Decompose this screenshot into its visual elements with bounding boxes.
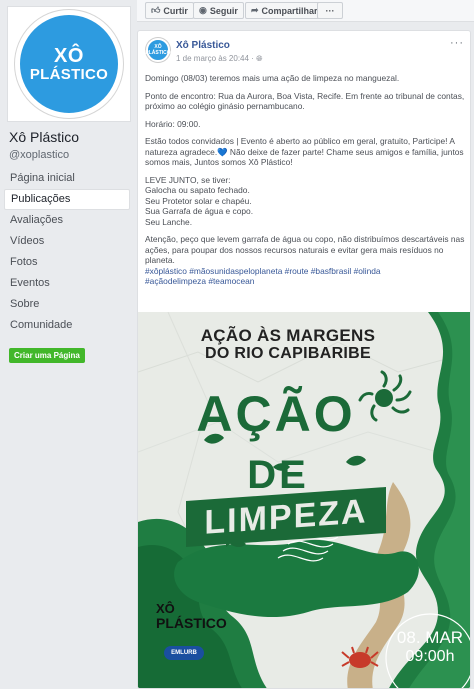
- globe-icon: 🌐︎: [256, 54, 263, 63]
- poster-date-day: 08. MAR: [396, 628, 464, 647]
- nav-item-eventos[interactable]: Eventos: [4, 273, 130, 294]
- logo-line-1: XÔ: [54, 44, 84, 67]
- list-item: Seu Protetor solar e chapéu.: [145, 195, 252, 206]
- nav-item-publicacoes[interactable]: Publicações: [4, 189, 130, 210]
- poster-date: 08. MAR 09:00h: [392, 628, 468, 666]
- nav-item-fotos[interactable]: Fotos: [4, 252, 130, 273]
- poster-date-time: 09:00h: [405, 648, 455, 665]
- post-image-poster[interactable]: AÇÃO ÀS MARGENS DO RIO CAPIBARIBE AÇÃO D…: [138, 312, 470, 688]
- poster-headline-line-1: AÇÃO ÀS MARGENS: [200, 326, 376, 345]
- post-author-name[interactable]: Xô Plástico: [176, 40, 230, 51]
- nav-item-pagina-inicial[interactable]: Página inicial: [4, 168, 130, 189]
- nav-item-sobre[interactable]: Sobre: [4, 294, 130, 315]
- rss-icon: ◉: [199, 5, 207, 15]
- profile-picture[interactable]: XÔ PLÁSTICO: [15, 10, 123, 118]
- nav-item-comunidade[interactable]: Comunidade: [4, 315, 130, 336]
- post-timestamp[interactable]: 1 de março às 20:44 · 🌐︎: [176, 54, 262, 64]
- thumbs-up-icon: 👍︎: [151, 5, 161, 15]
- page-handle[interactable]: @xoplastico: [9, 149, 69, 161]
- list-item: Sua Garrafa de água e copo.: [145, 206, 254, 216]
- post-options-icon[interactable]: ···: [450, 37, 464, 49]
- poster-headline: AÇÃO ÀS MARGENS DO RIO CAPIBARIBE: [138, 326, 438, 363]
- nav-item-avaliacoes[interactable]: Avaliações: [4, 210, 130, 231]
- follow-label: Seguir: [209, 5, 238, 16]
- post-paragraph: Horário: 09:00.: [145, 118, 201, 129]
- post-paragraph: Domingo (08/03) teremos mais uma ação de…: [145, 73, 400, 83]
- post-paragraph: Atenção, peço que levem garrafa de água …: [145, 234, 467, 287]
- poster-brand-line-2: PLÁSTICO: [156, 615, 227, 631]
- profile-picture-frame[interactable]: XÔ PLÁSTICO: [7, 6, 131, 122]
- poster-headline-line-2: DO RIO CAPIBARIBE: [205, 345, 371, 362]
- post-body: Domingo (08/03) teremos mais uma ação de…: [145, 73, 467, 287]
- poster-brand-line-1: XÔ: [156, 601, 175, 616]
- list-item: Seu Lanche.: [145, 216, 193, 227]
- page-name[interactable]: Xô Plástico: [9, 129, 79, 145]
- more-actions-button[interactable]: ···: [317, 2, 343, 19]
- share-arrow-icon: ➦: [251, 5, 259, 15]
- post-timestamp-text: 1 de março às 20:44 ·: [176, 54, 254, 63]
- post-paragraph-text: Atenção, peço que levem garrafa de água …: [145, 234, 465, 265]
- post-avatar-line-2: PLÁSTICO: [145, 50, 171, 56]
- list-title: LEVE JUNTO, se tiver:: [145, 174, 231, 185]
- hashtags[interactable]: #xôplástico #mãosunidaspeloplaneta #rout…: [145, 266, 467, 277]
- poster-title-limpeza: LIMPEZA: [204, 491, 368, 542]
- partner-logo-text: EMLURB: [171, 650, 197, 656]
- list-item: Galocha ou sapato fechado.: [145, 185, 250, 195]
- poster-brand: XÔ PLÁSTICO: [156, 601, 227, 631]
- post-paragraph: Ponto de encontro: Rua da Aurora, Boa Vi…: [145, 90, 465, 112]
- left-sidebar: XÔ PLÁSTICO Xô Plástico @xoplastico Pági…: [0, 0, 136, 689]
- poster-title-de: DE: [247, 453, 309, 497]
- create-page-button[interactable]: Criar uma Página: [9, 348, 85, 363]
- poster-title-acao: AÇÃO: [196, 386, 356, 442]
- post-author-avatar[interactable]: XÔ PLÁSTICO: [145, 38, 171, 62]
- post-list: LEVE JUNTO, se tiver: Galocha ou sapato …: [145, 175, 467, 228]
- hashtags[interactable]: #açãodelimpeza #teamocean: [145, 276, 467, 287]
- post-card: XÔ PLÁSTICO Xô Plástico 1 de março às 20…: [137, 30, 471, 689]
- page-nav: Página inicial Publicações Avaliações Ví…: [4, 168, 130, 336]
- nav-item-videos[interactable]: Vídeos: [4, 231, 130, 252]
- share-label: Compartilhar: [261, 5, 318, 16]
- page-action-bar: 👍︎ Curtir ◉ Seguir ➦ Compartilhar ···: [137, 0, 474, 22]
- share-button[interactable]: ➦ Compartilhar: [245, 2, 324, 19]
- like-button[interactable]: 👍︎ Curtir: [145, 2, 194, 19]
- like-label: Curtir: [163, 5, 188, 16]
- post-paragraph: Estão todos convidados | Evento é aberto…: [145, 136, 464, 167]
- follow-button[interactable]: ◉ Seguir: [193, 2, 244, 19]
- logo-line-2: PLÁSTICO: [29, 65, 109, 83]
- partner-logo: EMLURB: [164, 646, 204, 660]
